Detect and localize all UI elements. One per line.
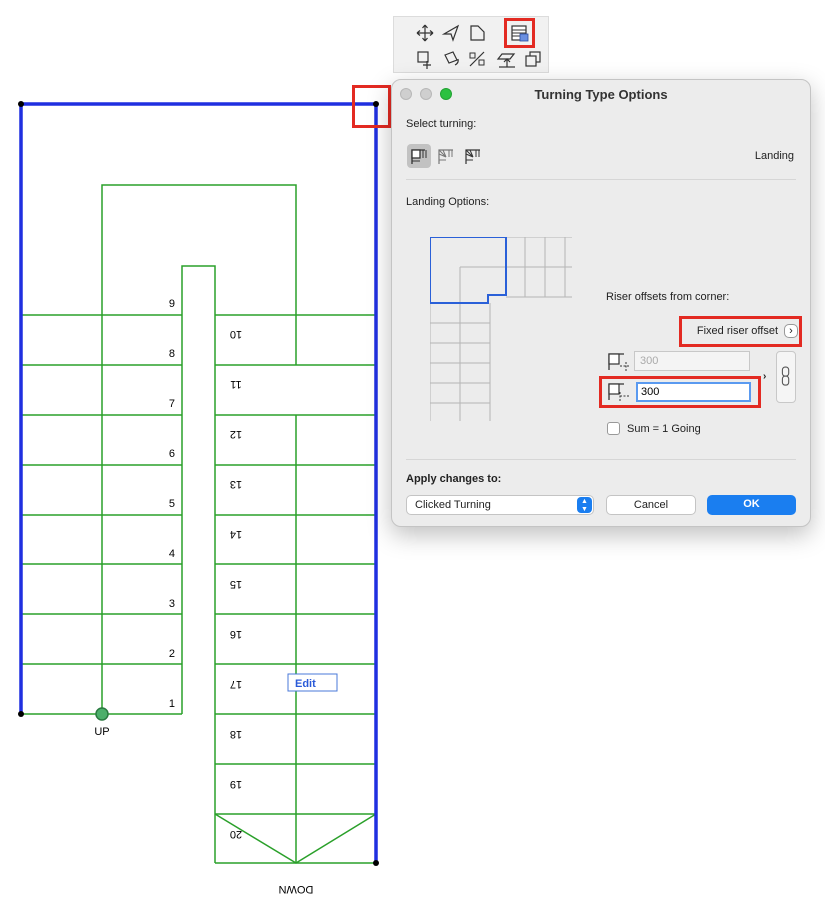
pet-palette-toolbar bbox=[393, 16, 549, 73]
move-icon[interactable] bbox=[414, 22, 436, 44]
multiply-icon[interactable] bbox=[522, 48, 544, 70]
stair-boundary[interactable] bbox=[19, 102, 378, 863]
winder-landing-toggle[interactable] bbox=[461, 144, 485, 168]
riser-offset-start-field[interactable] bbox=[634, 351, 750, 371]
step-number: 19 bbox=[230, 778, 242, 790]
step-number: 7 bbox=[169, 398, 175, 410]
step-number: 5 bbox=[169, 498, 175, 510]
mirror-icon[interactable] bbox=[466, 48, 488, 70]
chevron-right-icon: › bbox=[763, 371, 767, 382]
riser-offsets-label: Riser offsets from corner: bbox=[606, 291, 730, 303]
drag-vertex-icon[interactable] bbox=[440, 22, 462, 44]
cancel-button[interactable]: Cancel bbox=[606, 495, 696, 515]
toolbar-highlight bbox=[504, 18, 535, 48]
rotate-icon[interactable] bbox=[440, 48, 462, 70]
step-number: 9 bbox=[169, 298, 175, 310]
step-number: 20 bbox=[230, 828, 242, 840]
landing-turning-toggle[interactable] bbox=[407, 144, 431, 168]
start-point-node[interactable] bbox=[95, 707, 109, 721]
step-number: 13 bbox=[230, 478, 242, 490]
step-number: 14 bbox=[230, 528, 242, 540]
elevate-icon[interactable] bbox=[496, 48, 518, 70]
step-number: 12 bbox=[230, 428, 242, 440]
select-stepper-icon: ▲ ▼ bbox=[577, 497, 592, 513]
step-number: 1 bbox=[169, 698, 175, 710]
fixed-offset-highlight bbox=[679, 316, 802, 347]
boundary-node[interactable] bbox=[18, 711, 24, 717]
select-turning-label: Select turning: bbox=[406, 118, 477, 130]
landing-options-label: Landing Options: bbox=[406, 196, 490, 208]
edit-tag-label: Edit bbox=[295, 678, 316, 690]
winder-turning-toggle[interactable] bbox=[434, 144, 458, 168]
offset-icon[interactable] bbox=[414, 48, 436, 70]
step-number: 2 bbox=[169, 648, 175, 660]
link-chain-button[interactable] bbox=[776, 351, 796, 403]
sum-going-label: Sum = 1 Going bbox=[627, 423, 701, 435]
separator bbox=[406, 179, 796, 180]
step-number: 4 bbox=[169, 548, 175, 560]
step-number: 8 bbox=[169, 348, 175, 360]
separator bbox=[406, 459, 796, 460]
chain-link-icon bbox=[781, 366, 790, 386]
step-number: 17 bbox=[230, 678, 242, 690]
well-outline bbox=[181, 265, 216, 863]
up-label: UP bbox=[94, 726, 109, 738]
step-number: 6 bbox=[169, 448, 175, 460]
boundary-node[interactable] bbox=[18, 101, 24, 107]
offset-field-highlight bbox=[599, 376, 761, 408]
apply-changes-label: Apply changes to: bbox=[406, 473, 502, 485]
step-number: 11 bbox=[230, 378, 241, 390]
ok-button[interactable]: OK bbox=[707, 495, 796, 515]
turning-mode-value: Landing bbox=[754, 150, 794, 162]
apply-changes-select-value: Clicked Turning bbox=[415, 499, 491, 511]
landing-preview-diagram bbox=[430, 237, 572, 421]
apply-changes-select[interactable]: Clicked Turning bbox=[406, 495, 594, 515]
corner-icon[interactable] bbox=[466, 22, 488, 44]
step-number: 16 bbox=[230, 628, 242, 640]
offset-start-icon bbox=[606, 350, 632, 372]
step-number: 18 bbox=[230, 728, 242, 740]
turning-type-options-dialog: Turning Type Options Select turning: Lan… bbox=[391, 79, 811, 527]
boundary-node[interactable] bbox=[373, 101, 379, 107]
step-number: 10 bbox=[230, 328, 242, 340]
dialog-title: Turning Type Options bbox=[534, 87, 668, 102]
dialog-titlebar[interactable]: Turning Type Options bbox=[392, 80, 810, 108]
corner-highlight bbox=[352, 85, 391, 128]
down-label: DOWN bbox=[279, 883, 314, 895]
walking-line bbox=[101, 184, 297, 714]
sum-going-checkbox[interactable] bbox=[607, 422, 620, 435]
step-number: 15 bbox=[230, 578, 242, 590]
boundary-node[interactable] bbox=[373, 860, 379, 866]
step-number: 3 bbox=[169, 598, 175, 610]
